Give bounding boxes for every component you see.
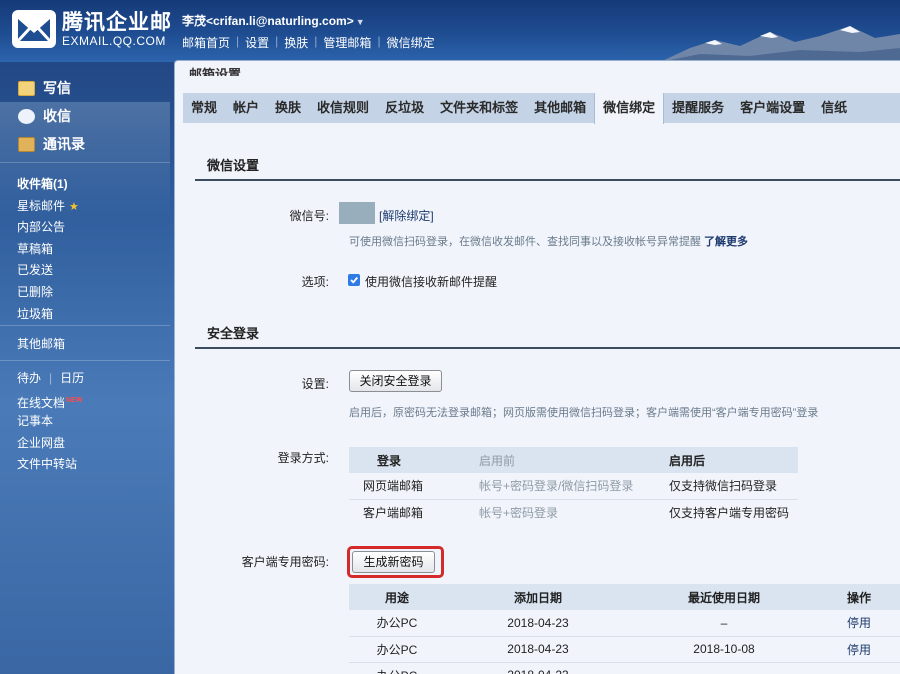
- compose-icon: [18, 80, 35, 96]
- login-method-label: 登录方式:: [277, 451, 329, 465]
- cloud-drive-link[interactable]: 企业网盘: [17, 433, 167, 455]
- tab-folders-labels[interactable]: 文件夹和标签: [432, 93, 526, 123]
- sidebar: 写信 收信 通讯录 收件箱(1) 星标邮件 ★ 内部公告 草稿箱 已发送 已删除 …: [0, 62, 170, 674]
- secure-login-hint: 启用后，原密码无法登录邮箱；网页版需使用微信扫码登录；客户端需使用“客户端专用密…: [349, 407, 819, 419]
- settings-tabs: 常规 帐户 换肤 收信规则 反垃圾 文件夹和标签 其他邮箱 微信绑定 提醒服务 …: [183, 93, 900, 124]
- contacts-icon: [18, 136, 35, 152]
- table-header: 添加日期: [445, 584, 631, 610]
- options-label: 选项:: [301, 275, 329, 289]
- folder-deleted[interactable]: 已删除: [17, 282, 167, 304]
- tab-other-mail[interactable]: 其他邮箱: [526, 93, 594, 123]
- security-section-title: 安全登录: [195, 321, 900, 349]
- online-docs-link[interactable]: 在线文档NEW: [17, 390, 167, 412]
- folder-announcements[interactable]: 内部公告: [17, 217, 167, 239]
- setting-label: 设置:: [301, 377, 329, 391]
- nav-wechat-binding[interactable]: 微信绑定: [387, 34, 435, 51]
- top-header: 腾讯企业邮 EXMAIL.QQ.COM 李茂<crifan.li@naturli…: [0, 0, 900, 62]
- mountain-banner: [660, 26, 900, 62]
- folder-starred[interactable]: 星标邮件 ★: [17, 196, 167, 218]
- compose-button[interactable]: 写信: [18, 74, 85, 102]
- user-account-menu[interactable]: 李茂<crifan.li@naturling.com> ▼: [182, 12, 435, 29]
- wechat-id-label: 微信号:: [289, 209, 329, 223]
- table-row: 办公PC 2018-04-23 2018-10-08 停用: [349, 636, 900, 663]
- todo-link[interactable]: 待办: [17, 371, 41, 385]
- folder-drafts[interactable]: 草稿箱: [17, 239, 167, 261]
- notepad-link[interactable]: 记事本: [17, 411, 167, 433]
- mail-logo-icon: [12, 10, 56, 48]
- calendar-link[interactable]: 日历: [60, 371, 84, 385]
- inbox-icon: [18, 108, 35, 124]
- tab-account[interactable]: 帐户: [225, 93, 267, 123]
- tab-anti-spam[interactable]: 反垃圾: [377, 93, 432, 123]
- client-password-table: 用途 添加日期 最近使用日期 操作 办公PC 2018-04-23 – 停用 办…: [349, 584, 900, 674]
- nav-mailbox-home[interactable]: 邮箱首页: [182, 34, 230, 51]
- table-header: 用途: [349, 584, 445, 610]
- tab-reminders[interactable]: 提醒服务: [664, 93, 732, 123]
- settings-panel: 邮箱设置 常规 帐户 换肤 收信规则 反垃圾 文件夹和标签 其他邮箱 微信绑定 …: [174, 60, 900, 674]
- new-badge: NEW: [66, 396, 83, 404]
- logo[interactable]: 腾讯企业邮 EXMAIL.QQ.COM: [12, 10, 172, 48]
- wechat-hint: 可使用微信扫码登录，在微信收发邮件、查找同事以及接收帐号异常提醒 了解更多: [349, 236, 748, 248]
- table-header: 操作: [817, 584, 900, 610]
- nav-manage-mailbox[interactable]: 管理邮箱: [323, 34, 371, 51]
- table-row: 办公PC 2018-04-23 – 停用: [349, 610, 900, 637]
- tab-client-settings[interactable]: 客户端设置: [732, 93, 813, 123]
- tab-general[interactable]: 常规: [183, 93, 225, 123]
- table-header: 登录: [349, 447, 479, 473]
- folder-list: 收件箱(1) 星标邮件 ★ 内部公告 草稿箱 已发送 已删除 垃圾箱: [17, 174, 167, 325]
- contacts-button[interactable]: 通讯录: [18, 130, 85, 158]
- disable-password-link[interactable]: 停用: [817, 610, 900, 637]
- tab-mail-rules[interactable]: 收信规则: [309, 93, 377, 123]
- tab-stationery[interactable]: 信纸: [813, 93, 855, 123]
- top-nav: 邮箱首页 | 设置 | 换肤 | 管理邮箱 | 微信绑定: [182, 34, 435, 51]
- user-name-email: 李茂<crifan.li@naturling.com>: [182, 14, 354, 28]
- nav-skin[interactable]: 换肤: [284, 34, 308, 51]
- table-row: 网页端邮箱 帐号+密码登录/微信扫码登录 仅支持微信扫码登录: [349, 473, 798, 500]
- wechat-notify-checkbox[interactable]: [348, 274, 360, 286]
- wechat-notify-label: 使用微信接收新邮件提醒: [365, 275, 498, 289]
- table-header: 最近使用日期: [631, 584, 817, 610]
- tab-skin[interactable]: 换肤: [267, 93, 309, 123]
- learn-more-link[interactable]: 了解更多: [704, 236, 748, 248]
- table-row: 办公PC 2018-04-23: [349, 662, 900, 674]
- nav-settings[interactable]: 设置: [245, 34, 269, 51]
- disable-password-link[interactable]: 停用: [817, 636, 900, 663]
- star-icon: ★: [69, 200, 79, 213]
- table-row: 客户端邮箱 帐号+密码登录 仅支持客户端专用密码: [363, 505, 790, 520]
- tab-wechat-binding[interactable]: 微信绑定: [594, 93, 665, 124]
- disable-secure-login-button[interactable]: 关闭安全登录: [349, 370, 442, 392]
- table-header: 启用前: [479, 447, 669, 473]
- table-header: 启用后: [669, 447, 798, 473]
- page-title: 邮箱设置: [189, 67, 242, 76]
- chevron-down-icon: ▼: [355, 17, 365, 27]
- wechat-section-title: 微信设置: [195, 153, 900, 181]
- folder-spam[interactable]: 垃圾箱: [17, 304, 167, 326]
- unbind-link[interactable]: [解除绑定]: [379, 207, 434, 224]
- folder-inbox[interactable]: 收件箱(1): [17, 174, 167, 196]
- folder-other-mail[interactable]: 其他邮箱: [17, 334, 167, 356]
- client-password-label: 客户端专用密码:: [241, 555, 329, 569]
- check-mail-button[interactable]: 收信: [18, 102, 85, 130]
- folder-sent[interactable]: 已发送: [17, 260, 167, 282]
- file-transfer-link[interactable]: 文件中转站: [17, 454, 167, 476]
- logo-title: 腾讯企业邮: [62, 10, 172, 34]
- logo-subtitle: EXMAIL.QQ.COM: [62, 33, 166, 48]
- login-method-table: 登录 启用前 启用后 网页端邮箱 帐号+密码登录/微信扫码登录 仅支持微信扫码登…: [349, 447, 798, 525]
- wechat-avatar: [339, 202, 375, 224]
- generate-password-button[interactable]: 生成新密码: [352, 551, 435, 573]
